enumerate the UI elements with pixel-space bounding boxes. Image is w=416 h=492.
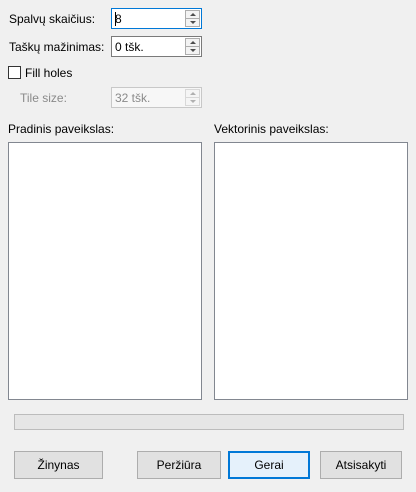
text-caret bbox=[115, 12, 116, 26]
arrow-up-icon bbox=[189, 92, 196, 95]
colors-value[interactable]: 8 bbox=[115, 12, 122, 26]
source-image-preview bbox=[8, 142, 202, 400]
colors-spinbox[interactable]: 8 bbox=[111, 8, 202, 29]
tile-size-spinbox[interactable]: 32 tšk. bbox=[111, 87, 202, 108]
tile-size-label: Tile size: bbox=[20, 91, 67, 105]
help-button[interactable]: Žinynas bbox=[14, 451, 103, 479]
point-reduction-spinbox[interactable]: 0 tšk. bbox=[111, 36, 202, 57]
tile-size-decrement-button bbox=[185, 97, 200, 106]
vector-image-label: Vektorinis paveikslas: bbox=[214, 122, 329, 136]
point-reduction-decrement-button[interactable] bbox=[185, 46, 200, 55]
ok-button-label: Gerai bbox=[254, 458, 284, 472]
preview-button-label: Peržiūra bbox=[156, 458, 202, 472]
arrow-up-icon bbox=[189, 13, 196, 16]
source-image-label: Pradinis paveikslas: bbox=[8, 122, 115, 136]
arrow-up-icon bbox=[189, 41, 196, 44]
fill-holes-label[interactable]: Fill holes bbox=[25, 66, 72, 81]
help-button-label: Žinynas bbox=[37, 458, 80, 472]
point-reduction-value[interactable]: 0 tšk. bbox=[115, 40, 144, 54]
arrow-down-icon bbox=[189, 21, 196, 24]
cancel-button-label: Atsisakyti bbox=[335, 458, 387, 472]
cancel-button[interactable]: Atsisakyti bbox=[320, 451, 402, 479]
progress-bar bbox=[14, 414, 404, 430]
tile-size-value: 32 tšk. bbox=[115, 91, 151, 105]
point-reduction-label: Taškų mažinimas: bbox=[9, 40, 105, 54]
arrow-down-icon bbox=[189, 100, 196, 103]
colors-decrement-button[interactable] bbox=[185, 18, 200, 27]
ok-button[interactable]: Gerai bbox=[228, 451, 310, 479]
vector-image-preview bbox=[214, 142, 408, 400]
colors-label: Spalvų skaičius: bbox=[9, 12, 96, 26]
preview-button[interactable]: Peržiūra bbox=[137, 451, 221, 479]
fill-holes-checkbox[interactable] bbox=[8, 66, 21, 79]
arrow-down-icon bbox=[189, 49, 196, 52]
